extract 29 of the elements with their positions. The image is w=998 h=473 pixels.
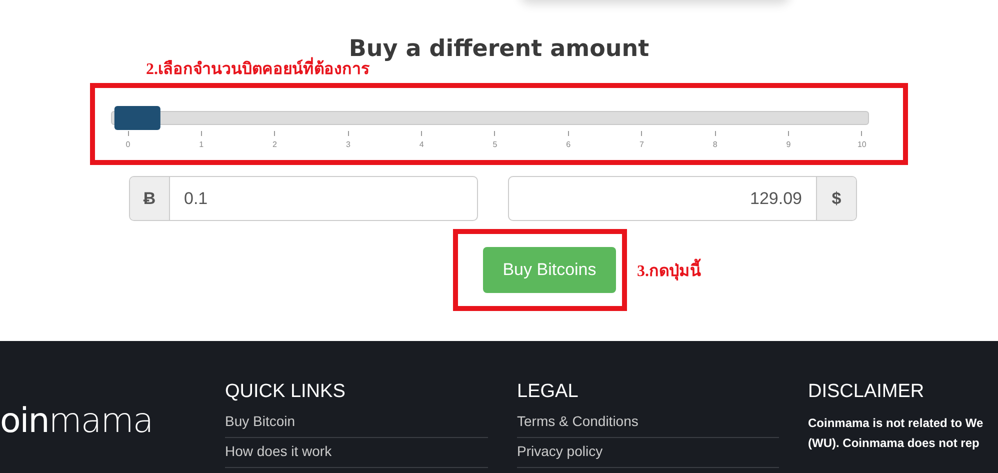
input-value: 0.1 [169, 177, 477, 220]
tick-label: 7 [640, 140, 644, 149]
currency-addon: Ƀ [130, 177, 169, 220]
currency-addon: $ [817, 177, 856, 220]
footer-link[interactable]: How does it work [225, 443, 488, 468]
slider-thumb[interactable] [114, 106, 160, 130]
tick-label: 9 [786, 140, 791, 149]
tick-label: 2 [272, 140, 277, 149]
column-title: LEGAL [517, 381, 580, 403]
tick-label: 6 [566, 140, 571, 149]
tick-label: 5 [492, 140, 498, 149]
tick-label: 3 [346, 140, 350, 149]
disclaimer-text: Coinmama is not related to We [808, 415, 984, 432]
tick-label: 8 [712, 140, 718, 149]
tick-label: 10 [857, 140, 866, 149]
input-field[interactable]: Ƀ 0.1 [129, 176, 478, 221]
input-field[interactable]: 129.09 $ [508, 176, 857, 221]
column-title: DISCLAIMER [808, 381, 926, 403]
tick-label: 1 [199, 140, 204, 149]
slider-track[interactable] [111, 106, 869, 130]
logo: oinmama [0, 401, 154, 441]
tick-label: 0 [126, 140, 130, 149]
column-title: QUICK LINKS [225, 381, 346, 403]
annotation-text: 3.กดปุ่มนี้ [637, 258, 701, 282]
footer-link[interactable]: Buy Bitcoin [225, 413, 488, 438]
disclaimer-text: (WU). Coinmama does not rep [808, 435, 980, 452]
tick-label: 4 [419, 140, 424, 149]
footer-link[interactable]: Terms & Conditions [517, 413, 779, 438]
footer-link[interactable]: Privacy policy [517, 443, 779, 468]
